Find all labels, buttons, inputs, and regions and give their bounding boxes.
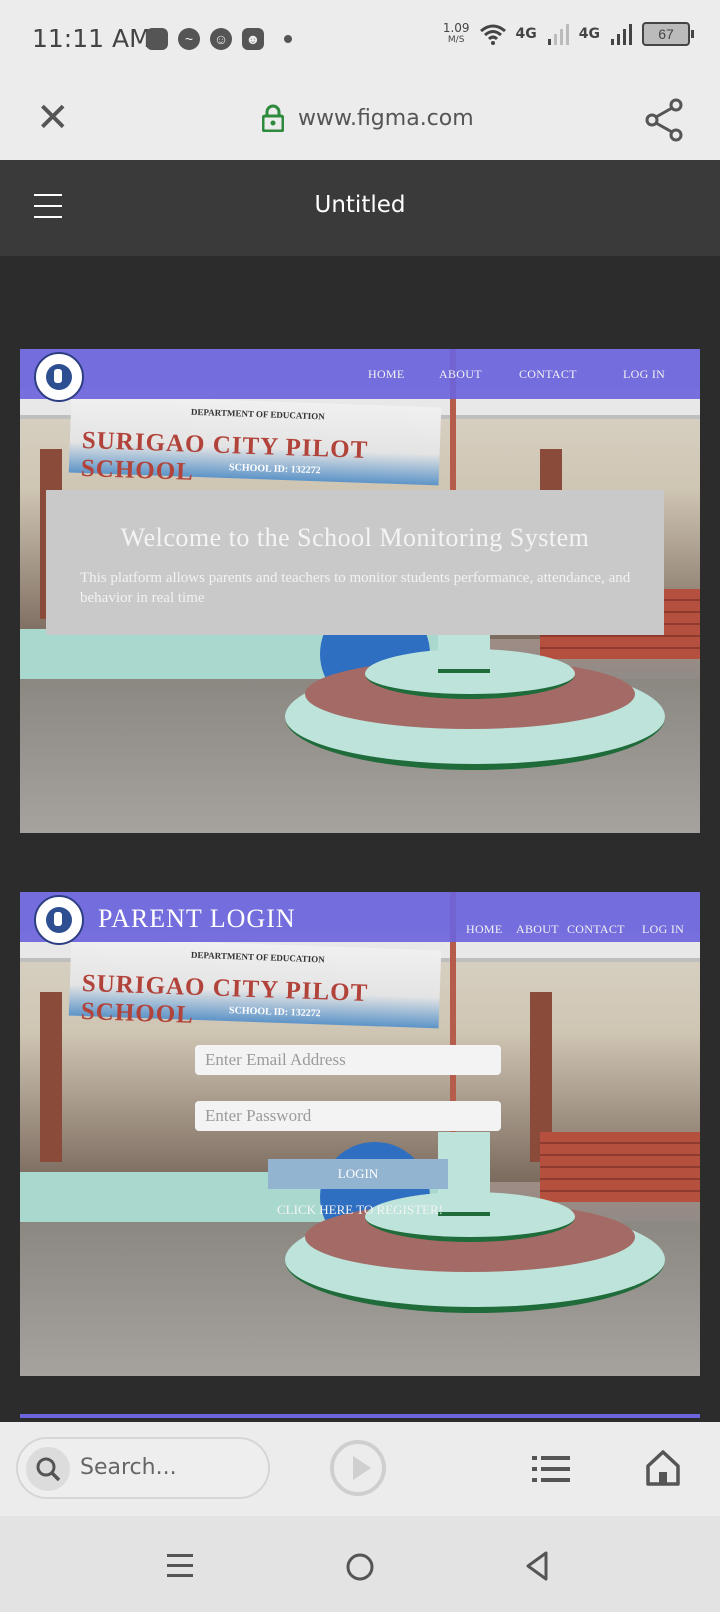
page-title: PARENT LOGIN [98,904,296,933]
school-logo [34,352,84,402]
nav-contact[interactable]: CONTACT [567,922,625,937]
home-circle-icon[interactable] [345,1552,375,1582]
signal-icon-1 [547,24,569,45]
login-button[interactable]: LOGIN [268,1159,448,1189]
password-field[interactable] [195,1101,501,1131]
nav-about[interactable]: ABOUT [439,367,482,382]
network-type-2: 4G [578,26,600,42]
nav-home[interactable]: HOME [466,922,503,937]
more-notifications-icon [284,35,292,43]
register-link[interactable]: CLICK HERE TO REGISTER! [200,1202,520,1218]
net-speed-unit: M/S [447,35,465,45]
url-display[interactable]: www.figma.com [298,106,474,131]
nav-home[interactable]: HOME [368,367,405,382]
list-icon[interactable] [532,1456,570,1482]
home-icon[interactable] [645,1448,681,1486]
file-title: Untitled [314,192,406,218]
home-frame: DEPARTMENT OF EDUCATION SURIGAO CITY PIL… [20,349,700,833]
app-notification-icon [146,28,168,50]
nav-login[interactable]: LOG IN [642,922,684,937]
play-icon[interactable] [330,1440,386,1496]
net-speed: 1.09 M/S [443,22,470,46]
school-logo [34,895,84,945]
snapchat-icon: ☺ [210,28,232,50]
close-icon[interactable]: ✕ [36,98,70,138]
nav-login[interactable]: LOG IN [623,367,665,382]
search-box[interactable]: Search... [16,1437,270,1499]
welcome-title: Welcome to the School Monitoring System [120,523,590,552]
net-speed-value: 1.09 [442,21,470,35]
battery-indicator: 67 [642,22,694,46]
school-background-image: DEPARTMENT OF EDUCATION SURIGAO CITY PIL… [20,892,700,1376]
welcome-text: This platform allows parents and teacher… [80,570,631,606]
recent-apps-icon[interactable] [166,1552,194,1580]
browser-bottom-bar: Search... [0,1422,720,1516]
site-header: HOME ABOUT CONTACT LOG IN [20,349,700,402]
browser-toolbar: ✕ www.figma.com [0,80,720,160]
network-type-1: 4G [515,26,537,42]
notification-icons: ~ ☺ ☻ [146,28,292,50]
status-bar: 11:11 AM ~ ☺ ☻ 1.09 M/S 4G 4G 67 [0,0,720,80]
search-icon [26,1447,70,1491]
site-header: PARENT LOGIN HOME ABOUT CONTACT LOG IN [20,892,700,945]
signal-icon-2 [611,24,632,45]
welcome-panel: Welcome to the School Monitoring System … [46,490,664,635]
clock: 11:11 AM [32,24,151,53]
messenger-icon: ~ [178,28,200,50]
sign-department: DEPARTMENT OF EDUCATION [190,949,325,965]
share-icon[interactable] [644,98,684,142]
back-icon[interactable] [524,1550,550,1582]
email-field[interactable] [195,1045,501,1075]
sign-department: DEPARTMENT OF EDUCATION [190,406,325,422]
nav-contact[interactable]: CONTACT [519,367,577,382]
system-navigation-bar [0,1516,720,1612]
app-icon: ☻ [242,28,264,50]
school-sign: DEPARTMENT OF EDUCATION SURIGAO CITY PIL… [68,937,442,1029]
wifi-icon [479,24,506,45]
search-placeholder: Search... [80,1455,177,1480]
lock-icon [262,104,284,132]
school-sign: DEPARTMENT OF EDUCATION SURIGAO CITY PIL… [68,394,442,486]
parent-login-frame: DEPARTMENT OF EDUCATION SURIGAO CITY PIL… [20,892,700,1376]
figma-header: Untitled [0,160,720,256]
nav-about[interactable]: ABOUT [516,922,559,937]
